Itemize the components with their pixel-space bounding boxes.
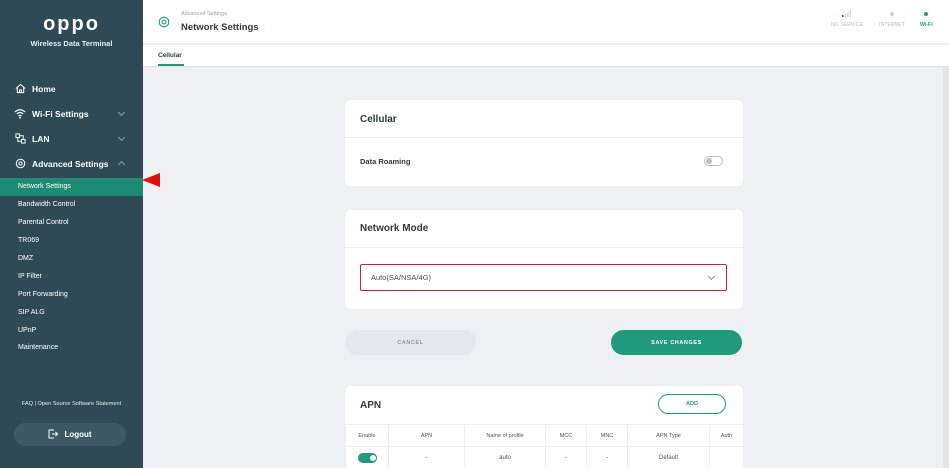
data-roaming-toggle[interactable] bbox=[704, 156, 723, 166]
apn-cell: - bbox=[388, 446, 465, 468]
page-title: Network Settings bbox=[181, 22, 259, 33]
header: Advanced Settings Network Settings NO SE… bbox=[143, 0, 949, 44]
column-header: MNC bbox=[586, 424, 628, 447]
chevron-down-icon bbox=[117, 108, 126, 117]
divider bbox=[345, 137, 743, 138]
sidebar-item-home[interactable]: Home bbox=[0, 76, 143, 101]
status-dot-icon bbox=[889, 12, 894, 16]
gear-icon bbox=[158, 15, 170, 28]
save-changes-button[interactable]: SAVE CHANGES bbox=[611, 330, 742, 355]
logout-icon bbox=[48, 429, 59, 441]
faq-link[interactable]: FAQ | Open Source Software Statement bbox=[0, 401, 143, 407]
brand-logo: oppo bbox=[43, 13, 100, 35]
sidebar-item-wifi-settings[interactable]: Wi-Fi Settings bbox=[0, 101, 143, 126]
column-header: MCC bbox=[545, 424, 587, 447]
apn-card: APN ADD Enable APN Name of profile MCC M… bbox=[345, 386, 743, 468]
network-mode-card: Network Mode Auto(SA/NSA/4G) bbox=[345, 210, 743, 309]
sidebar-item-label: Advanced Settings bbox=[32, 158, 109, 169]
toggle-knob bbox=[706, 158, 712, 164]
mcc-cell: - bbox=[545, 446, 587, 468]
auth-cell bbox=[709, 446, 743, 468]
sidebar-subitem-upnp[interactable]: UPnP bbox=[0, 321, 143, 339]
logout-button[interactable]: Logout bbox=[14, 423, 126, 446]
brand-subtitle: Wireless Data Terminal bbox=[30, 39, 113, 48]
sidebar-subitem-sip-alg[interactable]: SIP ALG bbox=[0, 303, 143, 321]
add-apn-button[interactable]: ADD bbox=[658, 394, 726, 414]
status-no-service: NO SERVICE bbox=[831, 10, 863, 28]
chevron-up-icon bbox=[117, 160, 126, 169]
sidebar-item-label: Wi-Fi Settings bbox=[32, 108, 89, 119]
status-label: INTERNET bbox=[879, 22, 905, 28]
tab-active-indicator bbox=[158, 64, 184, 66]
sidebar-subitem-parental-control[interactable]: Parental Control bbox=[0, 214, 143, 232]
breadcrumb[interactable]: Advanced Settings bbox=[181, 11, 227, 17]
signal-icon bbox=[841, 10, 852, 19]
cancel-button[interactable]: CANCEL bbox=[345, 330, 476, 355]
brand: oppo Wireless Data Terminal bbox=[0, 0, 143, 70]
sidebar-subitem-tr069[interactable]: TR069 bbox=[0, 232, 143, 250]
gear-icon bbox=[14, 158, 26, 170]
profile-cell: auto bbox=[464, 446, 546, 468]
tab-cellular[interactable]: Cellular bbox=[158, 52, 182, 59]
apn-table: Enable APN Name of profile MCC MNC APN T… bbox=[345, 424, 743, 468]
red-pointer-arrow bbox=[142, 173, 160, 187]
card-title: Network Mode bbox=[360, 223, 429, 234]
mnc-cell: - bbox=[586, 446, 628, 468]
table-row: - auto - - Default bbox=[345, 446, 743, 468]
wifi-icon bbox=[14, 108, 26, 120]
sidebar-item-lan[interactable]: LAN bbox=[0, 126, 143, 151]
column-header: APN bbox=[388, 424, 465, 447]
advanced-settings-submenu: Network Settings Bandwidth Control Paren… bbox=[0, 178, 143, 357]
divider bbox=[345, 247, 743, 248]
sidebar-subitem-dmz[interactable]: DMZ bbox=[0, 250, 143, 268]
sidebar-subitem-bandwidth-control[interactable]: Bandwidth Control bbox=[0, 196, 143, 214]
sidebar-subitem-port-forwarding[interactable]: Port Forwarding bbox=[0, 285, 143, 303]
status-label: Wi-Fi bbox=[920, 22, 933, 28]
status-label: NO SERVICE bbox=[831, 22, 863, 28]
column-header: APN Type bbox=[627, 424, 710, 447]
sidebar-nav: Home Wi-Fi Settings LAN Advanced Setting… bbox=[0, 76, 143, 357]
column-header: Auth bbox=[709, 424, 743, 447]
apn-type-cell: Default bbox=[627, 446, 710, 468]
sidebar-subitem-maintenance[interactable]: Maintenance bbox=[0, 339, 143, 357]
data-roaming-label: Data Roaming bbox=[360, 157, 411, 166]
card-title: Cellular bbox=[360, 114, 397, 125]
cellular-card: Cellular Data Roaming bbox=[345, 100, 743, 186]
network-mode-value: Auto(SA/NSA/4G) bbox=[371, 273, 432, 282]
lan-icon bbox=[14, 133, 26, 145]
apn-enable-cell bbox=[345, 446, 389, 468]
sidebar: oppo Wireless Data Terminal Home Wi-Fi S… bbox=[0, 0, 143, 468]
status-internet: INTERNET bbox=[879, 10, 905, 28]
column-header: Enable bbox=[345, 424, 389, 447]
apn-enable-toggle[interactable] bbox=[357, 452, 377, 463]
tab-bar: Cellular bbox=[143, 45, 949, 67]
chevron-down-icon bbox=[117, 133, 126, 142]
page-scrollbar[interactable] bbox=[943, 67, 949, 468]
card-title: APN bbox=[360, 400, 382, 411]
sidebar-subitem-ip-filter[interactable]: IP Filter bbox=[0, 267, 143, 285]
status-dot-icon bbox=[924, 12, 929, 16]
table-header-row: Enable APN Name of profile MCC MNC APN T… bbox=[345, 424, 743, 447]
sidebar-item-label: LAN bbox=[32, 133, 50, 144]
chevron-down-icon bbox=[707, 272, 716, 281]
sidebar-item-advanced-settings[interactable]: Advanced Settings bbox=[0, 151, 143, 176]
status-wifi: Wi-Fi bbox=[920, 10, 933, 28]
home-icon bbox=[14, 83, 26, 95]
sidebar-item-label: Home bbox=[32, 83, 56, 94]
network-mode-select[interactable]: Auto(SA/NSA/4G) bbox=[360, 264, 727, 291]
column-header: Name of profile bbox=[464, 424, 546, 447]
logout-label: Logout bbox=[64, 430, 92, 439]
sidebar-subitem-network-settings[interactable]: Network Settings bbox=[0, 178, 143, 196]
